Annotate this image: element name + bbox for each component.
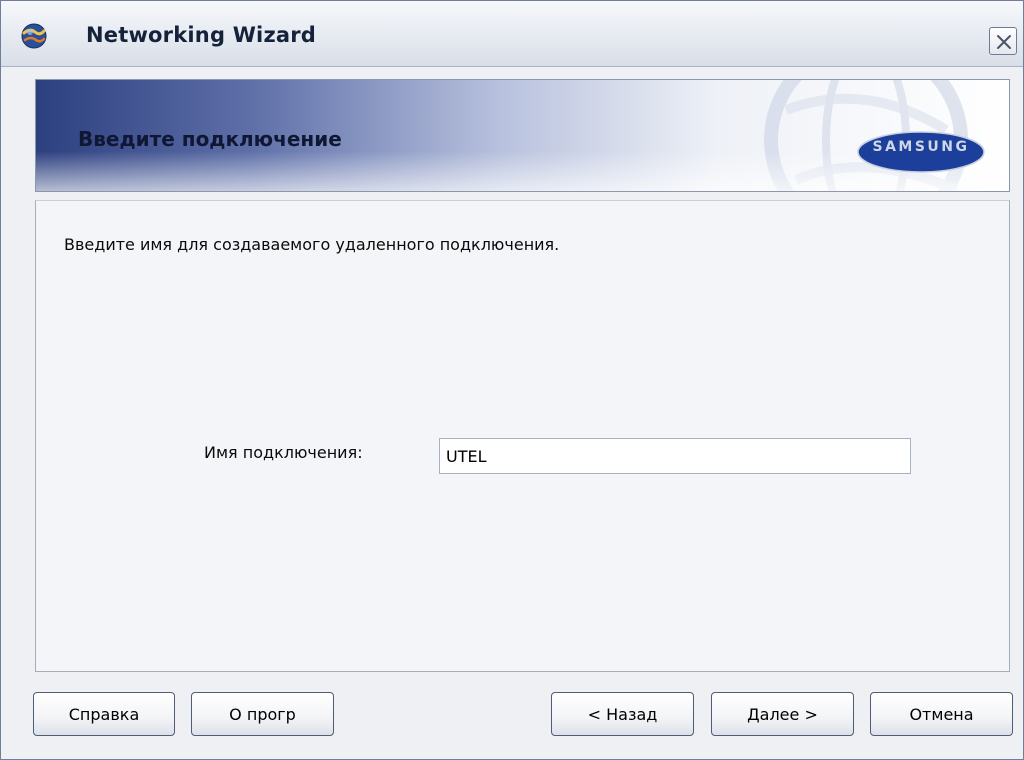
- title-bar: Networking Wizard: [1, 1, 1023, 67]
- connection-name-input[interactable]: [439, 438, 911, 474]
- instruction-text: Введите имя для создаваемого удаленного …: [64, 235, 560, 254]
- about-button[interactable]: О прогр: [191, 692, 334, 736]
- help-button[interactable]: Справка: [33, 692, 175, 736]
- networking-wizard-window: Networking Wizard Введите подключение SA…: [0, 0, 1024, 760]
- connection-name-label: Имя подключения:: [204, 443, 363, 462]
- next-button[interactable]: Далее >: [711, 692, 854, 736]
- content-panel: Введите имя для создаваемого удаленного …: [35, 200, 1010, 672]
- close-button[interactable]: [989, 27, 1017, 55]
- back-button[interactable]: < Назад: [551, 692, 694, 736]
- cancel-button[interactable]: Отмена: [870, 692, 1013, 736]
- wizard-banner: Введите подключение SAMSUNG: [35, 79, 1010, 192]
- close-icon: [997, 35, 1011, 49]
- window-title: Networking Wizard: [86, 23, 317, 47]
- brand-name: SAMSUNG: [872, 139, 970, 155]
- globe-app-icon: [21, 23, 47, 49]
- banner-title: Введите подключение: [78, 127, 342, 151]
